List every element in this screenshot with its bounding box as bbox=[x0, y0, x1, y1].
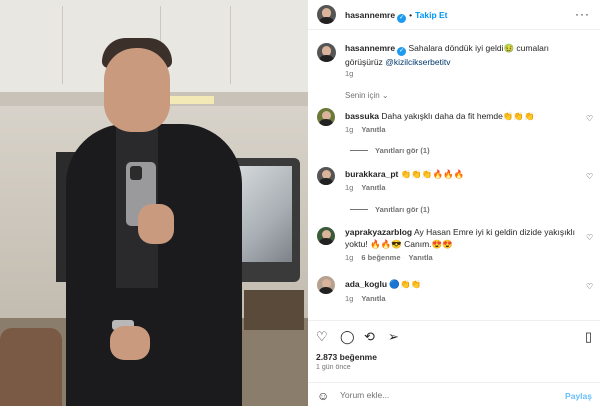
reply-button[interactable]: Yanıtla bbox=[361, 294, 385, 303]
comment-item: ada_koglu 🔵👏👏 bbox=[345, 278, 585, 290]
comment-bar: ☺ Paylaş bbox=[308, 382, 600, 406]
comment-time: 1g bbox=[345, 294, 354, 303]
comment-item: burakkara_pt 👏👏👏🔥🔥🔥 bbox=[345, 168, 585, 180]
share-icon[interactable]: ⟲ bbox=[364, 329, 375, 345]
avatar[interactable] bbox=[317, 5, 336, 24]
avatar[interactable] bbox=[317, 167, 335, 185]
heart-icon[interactable]: ♡ bbox=[586, 172, 594, 181]
header-title: hasannemre ✓ • Takip Et bbox=[345, 9, 448, 23]
likes-count[interactable]: 2.873 beğenme bbox=[316, 352, 377, 362]
caption-time: 1g bbox=[345, 69, 354, 78]
comment-text: 🔵👏👏 bbox=[389, 279, 422, 289]
phone-camera bbox=[130, 166, 142, 180]
cabinet-door bbox=[62, 6, 63, 84]
avatar[interactable] bbox=[317, 108, 335, 126]
posted-time: 1 gün önce bbox=[316, 364, 351, 371]
heart-icon[interactable]: ♡ bbox=[316, 329, 328, 345]
post-comment-button[interactable]: Paylaş bbox=[565, 391, 592, 401]
emoji-icon[interactable]: ☺ bbox=[317, 389, 329, 403]
username-link[interactable]: hasannemre bbox=[345, 10, 395, 20]
verified-icon: ✓ bbox=[397, 14, 407, 23]
person-face bbox=[104, 48, 170, 132]
replies-line bbox=[350, 209, 368, 210]
comment-meta: 1g 6 beğenme Yanıtla bbox=[345, 253, 433, 262]
reply-button[interactable]: Yanıtla bbox=[361, 183, 385, 192]
separator-dot: • bbox=[409, 10, 413, 20]
comment-meta: 1g Yanıtla bbox=[345, 183, 386, 192]
verified-icon: ✓ bbox=[397, 47, 407, 56]
comment-item: bassuka Daha yakışklı daha da fit hemde👏… bbox=[345, 110, 585, 122]
reply-button[interactable]: Yanıtla bbox=[409, 253, 433, 262]
person-hand bbox=[138, 204, 174, 244]
comment-item: yaprakyazarblog Ay Hasan Emre iyi ki gel… bbox=[345, 226, 585, 250]
comment-icon[interactable]: ◯ bbox=[340, 329, 355, 345]
replies-line bbox=[350, 150, 368, 151]
reply-button[interactable]: Yanıtla bbox=[361, 125, 385, 134]
more-horizontal-icon[interactable]: ··· bbox=[575, 7, 590, 21]
sort-dropdown[interactable]: Senin için ⌄ bbox=[345, 91, 389, 100]
comment-username[interactable]: bassuka bbox=[345, 111, 379, 121]
heart-icon[interactable]: ♡ bbox=[586, 233, 594, 242]
avatar[interactable] bbox=[317, 43, 336, 62]
view-replies-button[interactable]: Yanıtları gör (1) bbox=[350, 146, 430, 155]
comment-time: 1g bbox=[345, 253, 354, 262]
action-bar: ♡ ◯ ⟲ ➢ ▯ bbox=[308, 320, 600, 348]
avatar[interactable] bbox=[317, 227, 335, 245]
mention-link[interactable]: @kizilcikserbetitv bbox=[385, 57, 450, 67]
comment-time: 1g bbox=[345, 183, 354, 192]
post-photo[interactable] bbox=[0, 0, 308, 406]
person-hand bbox=[110, 326, 150, 360]
username-link[interactable]: hasannemre bbox=[345, 43, 395, 53]
post-header: hasannemre ✓ • Takip Et ··· bbox=[308, 0, 600, 30]
bookmark-icon[interactable]: ▯ bbox=[585, 329, 592, 345]
comment-username[interactable]: burakkara_pt bbox=[345, 169, 398, 179]
comment-time: 1g bbox=[345, 125, 354, 134]
caption: hasannemre ✓ Sahalara döndük iyi geldi🤢 c… bbox=[345, 42, 585, 68]
avatar[interactable] bbox=[317, 276, 335, 294]
likes-count[interactable]: 6 beğenme bbox=[361, 253, 400, 262]
comment-meta: 1g Yanıtla bbox=[345, 294, 386, 303]
bench bbox=[244, 290, 304, 330]
comment-input[interactable] bbox=[340, 388, 540, 402]
comment-text: 👏👏👏🔥🔥🔥 bbox=[400, 169, 465, 179]
chair bbox=[0, 328, 62, 406]
comment-text: Daha yakışklı daha da fit hemde👏👏👏 bbox=[381, 111, 535, 121]
post-panel: hasannemre ✓ • Takip Et ··· hasannemre ✓ Sah… bbox=[308, 0, 600, 406]
heart-icon[interactable]: ♡ bbox=[586, 282, 594, 291]
view-replies-button[interactable]: Yanıtları gör (1) bbox=[350, 205, 430, 214]
comment-meta: 1g Yanıtla bbox=[345, 125, 386, 134]
caption-text: Sahalara döndük iyi geldi bbox=[408, 43, 504, 53]
caption-emoji: 🤢 bbox=[503, 43, 515, 53]
comment-username[interactable]: yaprakyazarblog bbox=[345, 227, 412, 237]
view-replies-label: Yanıtları gör (1) bbox=[375, 146, 430, 155]
send-icon[interactable]: ➢ bbox=[388, 329, 399, 345]
heart-icon[interactable]: ♡ bbox=[586, 114, 594, 123]
cabinet-door bbox=[230, 6, 231, 84]
view-replies-label: Yanıtları gör (1) bbox=[375, 205, 430, 214]
comment-username[interactable]: ada_koglu bbox=[345, 279, 387, 289]
follow-button[interactable]: Takip Et bbox=[415, 10, 447, 20]
